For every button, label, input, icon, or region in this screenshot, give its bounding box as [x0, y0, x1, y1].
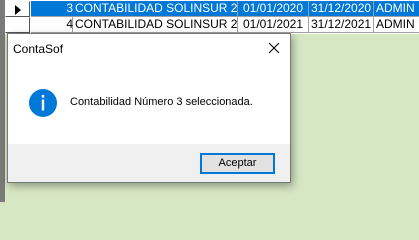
dialog-message: Contabilidad Número 3 seleccionada. [70, 96, 253, 108]
accept-button[interactable]: Aceptar [200, 153, 275, 174]
cell-name[interactable]: CONTABILIDAD SOLINSUR 2021 [73, 17, 238, 33]
dialog-title: ContaSof [13, 42, 64, 56]
cell-user[interactable]: ADMIN [374, 1, 419, 17]
cell-end-date[interactable]: 31/12/2020 [309, 1, 374, 17]
cell-end-date[interactable]: 31/12/2021 [309, 17, 374, 33]
info-icon [29, 89, 57, 117]
cell-number[interactable]: 3 [59, 1, 73, 17]
close-icon [268, 42, 280, 54]
table-row[interactable]: 4 CONTABILIDAD SOLINSUR 2021 01/01/2021 … [5, 17, 419, 33]
message-dialog: ContaSof Contabilidad Número 3 seleccion… [7, 33, 291, 183]
row-indicator[interactable] [5, 1, 30, 17]
row-indicator[interactable] [5, 17, 30, 33]
cell-start-date[interactable]: 01/01/2020 [238, 1, 309, 17]
cell-name[interactable]: CONTABILIDAD SOLINSUR 2020 [73, 1, 238, 17]
cell-start-date[interactable]: 01/01/2021 [238, 17, 309, 33]
cell-number[interactable]: 4 [59, 17, 73, 33]
dialog-footer: Aceptar [8, 144, 290, 182]
cell-user[interactable]: ADMIN [374, 17, 419, 33]
accounting-grid: 3 CONTABILIDAD SOLINSUR 2020 01/01/2020 … [5, 0, 419, 34]
current-row-arrow-icon [15, 5, 21, 15]
close-button[interactable] [266, 40, 282, 56]
table-row[interactable]: 3 CONTABILIDAD SOLINSUR 2020 01/01/2020 … [5, 1, 419, 17]
